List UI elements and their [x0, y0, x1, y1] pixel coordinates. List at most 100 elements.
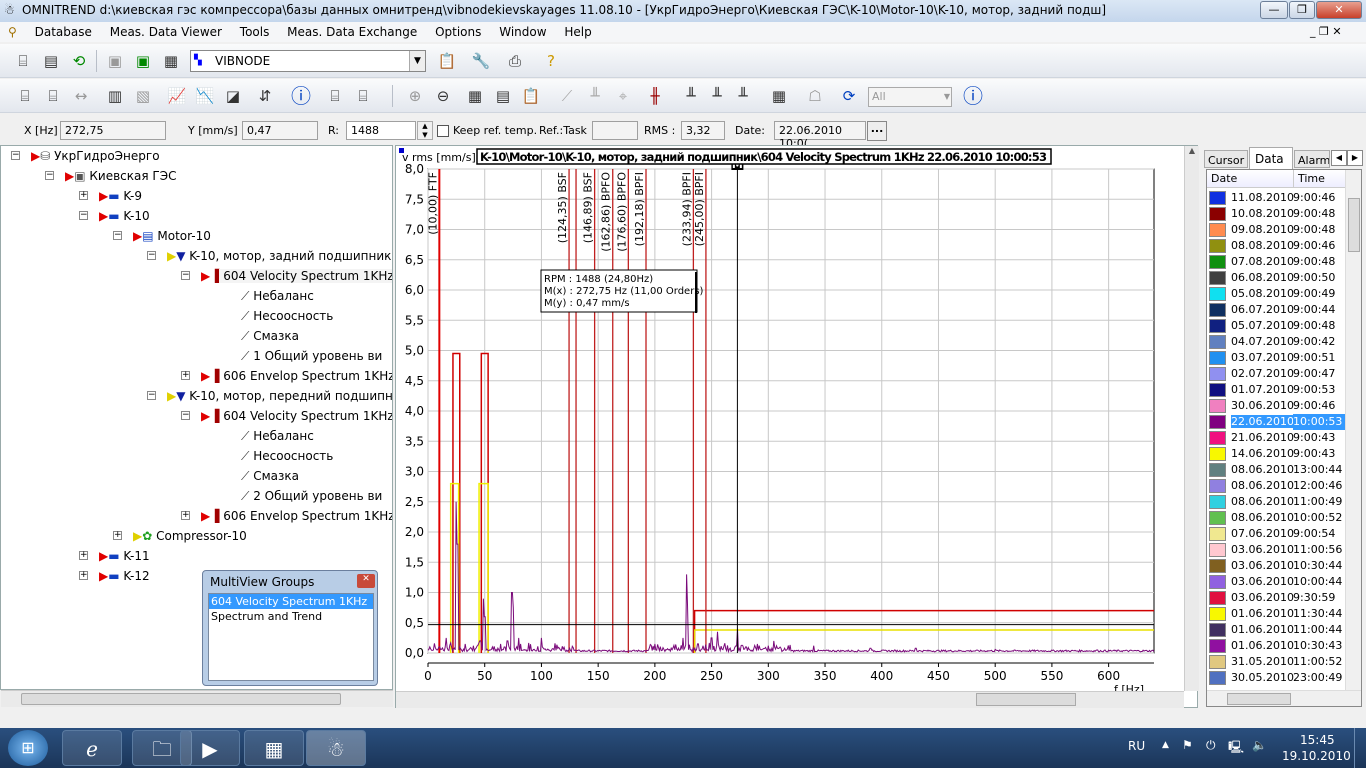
data-list-row[interactable]: 09.08.2010 9:00:48 [1209, 222, 1339, 238]
data-list-row[interactable]: 03.07.2010 9:00:51 [1209, 350, 1339, 366]
rpm-spinner[interactable]: ▲ ▼ [417, 121, 433, 140]
waterfall-icon[interactable]: ◪ [222, 85, 244, 107]
sideband-cursor-icon[interactable]: ╨ [706, 85, 728, 107]
tree-node[interactable]: − ▶⛁ УкрГидроЭнерго [11, 146, 160, 166]
collapse-icon[interactable]: − [147, 391, 156, 400]
scroll-up-icon[interactable]: ▲ [1185, 146, 1199, 155]
rpm-input[interactable]: 1488 [346, 121, 416, 140]
list-horizontal-scrollbar[interactable] [1207, 690, 1361, 706]
tree-node[interactable]: − ▶▣ Киевская ГЭС [45, 166, 176, 186]
data-list-row[interactable]: 30.05.2010 23:00:49 [1209, 670, 1342, 686]
data-list-row[interactable]: 11.08.2010 9:00:46 [1209, 190, 1339, 206]
spectrum-icon[interactable]: ╫ [644, 85, 666, 107]
media-player-taskbar-icon[interactable]: ▶ [180, 730, 240, 766]
keep-ref-temp-checkbox[interactable] [437, 125, 449, 137]
data-list-row[interactable]: 22.06.2010 10:00:53 [1209, 414, 1349, 430]
data-list-row[interactable]: 06.07.2010 9:00:44 [1209, 302, 1339, 318]
data-list-row[interactable]: 08.06.2010 10:00:52 [1209, 510, 1342, 526]
filter-select[interactable]: All ▼ [868, 87, 952, 107]
menu-meas-data-exchange[interactable]: Meas. Data Exchange [287, 25, 417, 39]
printer-icon[interactable]: ⎙ [504, 50, 526, 72]
tree-node[interactable]: ⟋ Смазка [217, 466, 299, 486]
database-select[interactable]: ▚ VIBNODE ▼ [190, 50, 426, 72]
tree-node[interactable]: − ▶▐ 604 Velocity Spectrum 1KHz [181, 406, 392, 426]
expand-icon[interactable]: + [79, 191, 88, 200]
expand-icon[interactable]: + [181, 371, 190, 380]
swap-icon[interactable]: ↔ [70, 85, 92, 107]
help-icon[interactable]: ? [540, 50, 562, 72]
collapse-icon[interactable]: − [181, 271, 190, 280]
multi-trend-icon[interactable]: 📉 [194, 85, 216, 107]
spectrum-chart[interactable]: v rms [mm/s]0 50 100 150 200 250 300 350 400 450 5… [396, 146, 1199, 709]
trend-chart-icon[interactable]: 📈 [166, 85, 188, 107]
chart-disabled-icon[interactable]: ⟋ [556, 85, 578, 107]
show-hidden-icons[interactable]: ▲ [1162, 740, 1169, 750]
data-list-row[interactable]: 01.06.2010 10:30:43 [1209, 638, 1342, 654]
calculator-taskbar-icon[interactable]: ▦ [244, 730, 304, 766]
data-list-row[interactable]: 04.07.2010 9:00:42 [1209, 334, 1339, 350]
notes-icon[interactable]: 📋 [520, 85, 542, 107]
data-list-row[interactable]: 07.06.2010 9:00:54 [1209, 526, 1339, 542]
tree-node[interactable]: − ▶▬ K-10 [79, 206, 150, 226]
close-button[interactable]: ✕ [1316, 1, 1362, 19]
device-icon[interactable]: ▦ [160, 50, 182, 72]
close-icon[interactable]: ✕ [357, 574, 375, 588]
data-list-row[interactable]: 30.06.2010 9:00:46 [1209, 398, 1339, 414]
tree-node[interactable]: − ▶▼ K-10, мотор, передний подшипни [147, 386, 392, 406]
chart-horizontal-scrollbar[interactable] [396, 691, 1184, 708]
start-button[interactable]: ⊞ [8, 730, 48, 766]
tree-node[interactable]: ⟋ Несоосность [217, 446, 333, 466]
menu-help[interactable]: Help [564, 25, 591, 39]
data-list-row[interactable]: 08.08.2010 9:00:46 [1209, 238, 1339, 254]
bar-disabled-icon[interactable]: ╨ [584, 85, 606, 107]
chart-vertical-scrollbar[interactable]: ▲ [1184, 146, 1199, 691]
data-list-row[interactable]: 08.06.2010 13:00:44 [1209, 462, 1342, 478]
tab-alarms[interactable]: Alarms [1294, 150, 1330, 168]
multiview-item[interactable]: Spectrum and Trend [209, 609, 373, 624]
language-indicator[interactable]: RU [1128, 739, 1145, 753]
tree-node[interactable]: ⟋ Смазка [217, 326, 299, 346]
column-date[interactable]: Date [1211, 170, 1237, 188]
data-list-row[interactable]: 14.06.2010 9:00:43 [1209, 446, 1339, 462]
data-list-row[interactable]: 07.08.2010 9:00:48 [1209, 254, 1339, 270]
data-list-row[interactable]: 31.05.2010 11:00:52 [1209, 654, 1342, 670]
data-list-row[interactable]: 03.06.2010 10:00:44 [1209, 574, 1342, 590]
scrollbar-thumb[interactable] [976, 693, 1076, 706]
wrench-icon[interactable]: 🔧 [470, 50, 492, 72]
collapse-icon[interactable]: − [79, 211, 88, 220]
copy-icon[interactable]: ▧ [132, 85, 154, 107]
tree-view-icon[interactable]: ⌸ [12, 50, 34, 72]
ie-taskbar-icon[interactable]: ℯ [62, 730, 122, 766]
multiview-item[interactable]: 604 Velocity Spectrum 1KHz [209, 594, 373, 609]
tree-node[interactable]: + ▶▬ K-9 [79, 186, 142, 206]
tree-node[interactable]: ⟋ 2 Общий уровень ви [217, 486, 382, 506]
volume-icon[interactable]: 🔈 [1252, 738, 1267, 752]
zoom-out-icon[interactable]: ⊖ [432, 85, 454, 107]
grid-table-icon[interactable]: ▦ [464, 85, 486, 107]
tree-forward-icon[interactable]: ⌸ [14, 85, 36, 107]
harmonic-cursor-icon[interactable]: ╨ [680, 85, 702, 107]
tree-plain-icon[interactable]: ⌸ [352, 85, 374, 107]
mdi-controls[interactable]: _ ❐ ✕ [1310, 22, 1342, 42]
scrollbar-thumb[interactable] [1348, 198, 1360, 252]
tree-node[interactable]: − ▶▼ K-10, мотор, задний подшипник [147, 246, 391, 266]
clock-date[interactable]: 19.10.2010 [1282, 749, 1351, 763]
network-icon[interactable]: 🖳 [1228, 738, 1244, 759]
collapse-icon[interactable]: − [113, 231, 122, 240]
grid-icon[interactable]: ▦ [768, 85, 790, 107]
column-time[interactable]: Time [1293, 170, 1325, 188]
tree-node[interactable]: + ▶▬ K-12 [79, 566, 150, 586]
data-list-row[interactable]: 08.06.2010 12:00:46 [1209, 478, 1342, 494]
data-list-row[interactable]: 03.06.2010 11:00:56 [1209, 542, 1342, 558]
tab-scroll-left[interactable]: ◀ [1331, 150, 1347, 166]
download-icon[interactable]: ▣ [104, 50, 126, 72]
menu-meas-data-viewer[interactable]: Meas. Data Viewer [110, 25, 222, 39]
tree-node[interactable]: − ▶▤ Motor-10 [113, 226, 211, 246]
sync-icon[interactable]: ⟲ [68, 50, 90, 72]
cursor-disabled-icon[interactable]: ⌖ [612, 85, 634, 107]
power-icon[interactable]: ⏻ [1206, 738, 1216, 753]
tree-node[interactable]: ⟋ 1 Общий уровень ви [217, 346, 382, 366]
data-list-row[interactable]: 05.07.2010 9:00:48 [1209, 318, 1339, 334]
tree-node[interactable]: ⟋ Небаланс [217, 426, 314, 446]
collapse-icon[interactable]: − [11, 151, 20, 160]
